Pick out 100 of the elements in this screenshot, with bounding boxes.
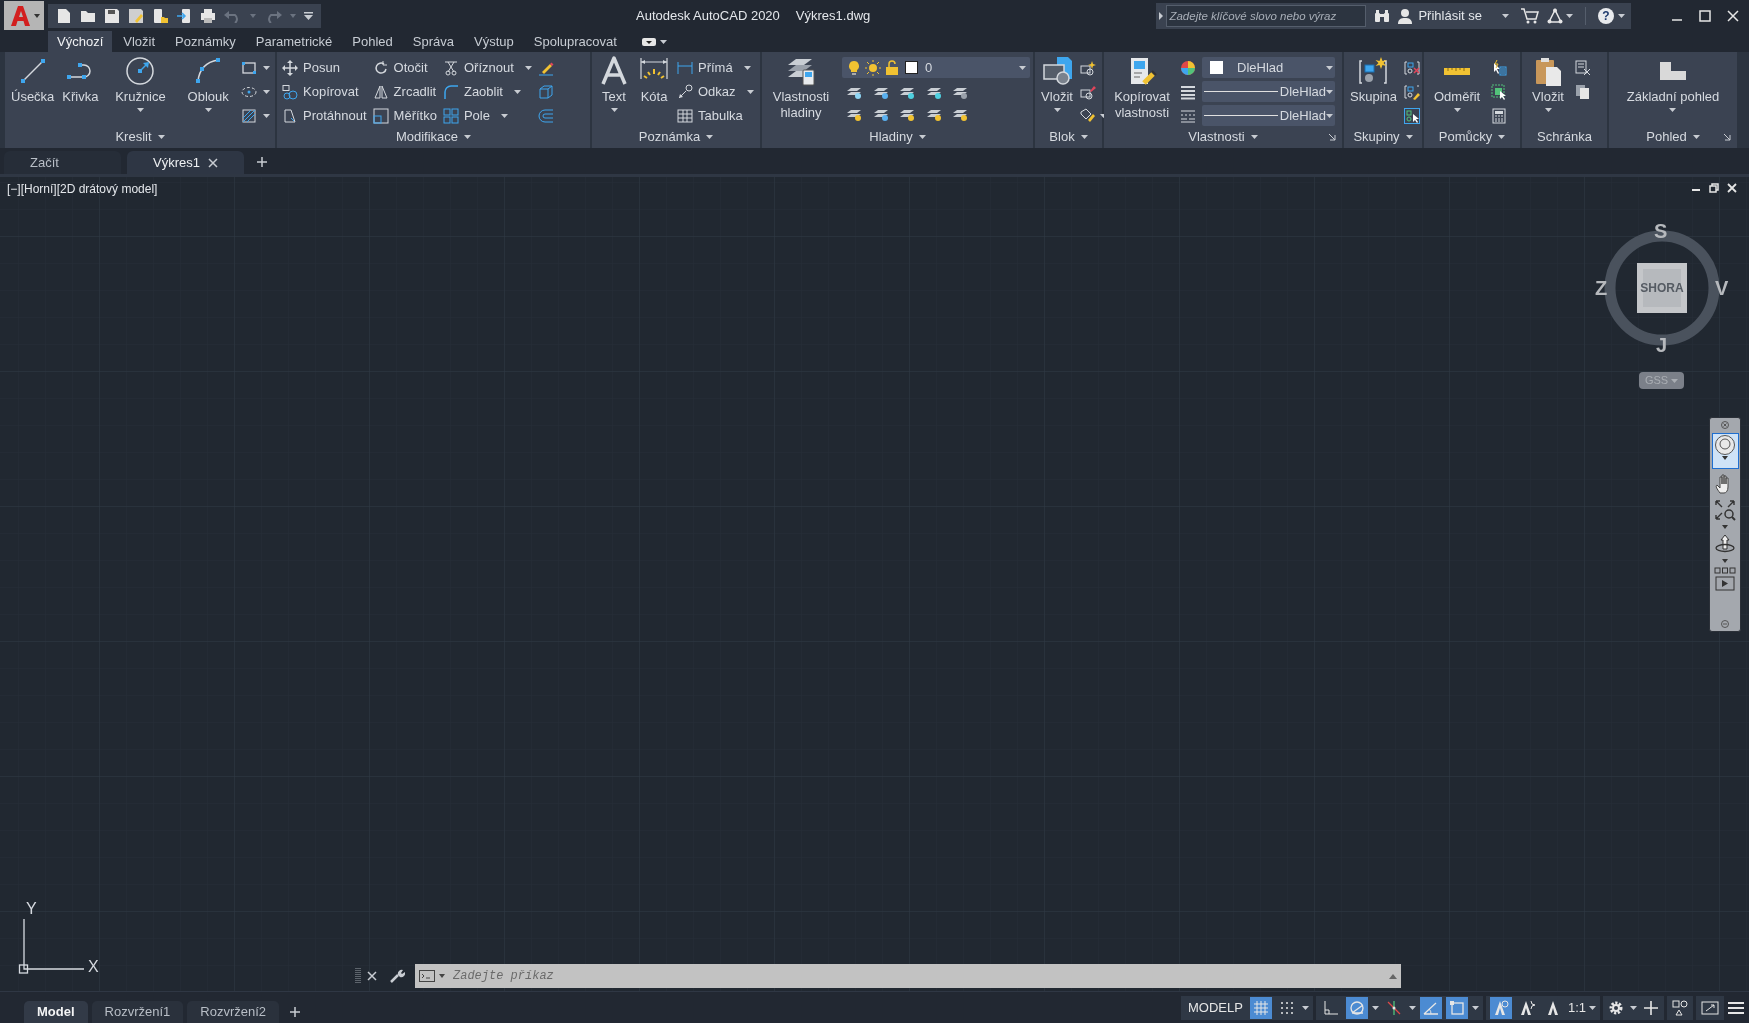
block-pencil-icon[interactable]: [1080, 83, 1096, 100]
ribbon-large-button[interactable]: Úsečka: [7, 52, 59, 105]
command-line-field[interactable]: Zadejte příkaz: [415, 964, 1401, 988]
network-menu-button[interactable]: [1547, 7, 1573, 24]
ribbon-small-button[interactable]: Přímá: [677, 57, 754, 78]
ribbon-small-button[interactable]: Kopírovat: [282, 81, 367, 102]
ribbon-tab[interactable]: Správa: [403, 31, 463, 52]
caret-icon[interactable]: [1722, 525, 1728, 529]
property-dropdown[interactable]: DleHlad: [1202, 57, 1335, 78]
ribbon-large-button[interactable]: Křivka: [58, 52, 103, 105]
export-icon[interactable]: [176, 7, 192, 24]
select-similar-icon[interactable]: [1491, 83, 1508, 100]
panel-title[interactable]: Pomůcky: [1438, 127, 1506, 147]
panel-title[interactable]: Pohled: [1646, 127, 1700, 147]
ribbon-icon-button[interactable]: [241, 106, 270, 125]
group-select-icon[interactable]: [1404, 107, 1420, 124]
ribbon-small-button[interactable]: Zaoblit: [442, 81, 532, 102]
ribbon-large-button[interactable]: Vložit: [1037, 52, 1077, 112]
gear-icon[interactable]: [1608, 999, 1624, 1016]
cube-icon[interactable]: [537, 83, 554, 100]
ribbon-small-button[interactable]: Tabulka: [677, 105, 754, 126]
application-menu-button[interactable]: [4, 1, 44, 30]
file-tab[interactable]: Výkres1: [127, 151, 244, 174]
isolate-objects-icon[interactable]: [1672, 999, 1688, 1016]
property-dropdown[interactable]: DleHlad: [1202, 105, 1335, 126]
ribbon-tab[interactable]: Vložit: [114, 31, 165, 52]
workspace-menu-button[interactable]: [641, 37, 667, 47]
plus-icon[interactable]: [1643, 999, 1659, 1016]
cart-icon[interactable]: [1521, 7, 1539, 24]
lineweight-icon[interactable]: [1180, 83, 1196, 100]
collapse-icon[interactable]: [1721, 620, 1729, 628]
ribbon-tab[interactable]: Pohled: [343, 31, 402, 52]
maximize-icon[interactable]: [1699, 9, 1711, 22]
ribbon-small-button[interactable]: Měřítko: [372, 105, 437, 126]
sign-in-button[interactable]: Přihlásit se: [1398, 5, 1509, 26]
launcher-arrow-icon[interactable]: [1723, 133, 1731, 141]
block-star-icon[interactable]: [1080, 59, 1096, 76]
showmotion-icon[interactable]: [1714, 567, 1736, 591]
ribbon-large-button[interactable]: Text: [594, 52, 634, 112]
wrench-icon[interactable]: [389, 968, 405, 984]
steering-wheel-icon[interactable]: [1714, 434, 1736, 456]
annotation-visibility-icon[interactable]: [1489, 996, 1512, 1019]
offset-icon[interactable]: [537, 107, 554, 124]
linetype-icon[interactable]: [1180, 107, 1196, 124]
panel-title[interactable]: Modifikace: [395, 127, 472, 147]
orbit-icon[interactable]: [1714, 533, 1736, 555]
new-file-icon[interactable]: [56, 7, 72, 24]
layout-tab[interactable]: Rozvržení2: [187, 1001, 280, 1023]
compass-label[interactable]: S: [1654, 221, 1668, 241]
ribbon-large-button[interactable]: Kružnice: [111, 52, 170, 112]
restore-icon[interactable]: [1709, 183, 1719, 193]
tracking-angle-icon[interactable]: [1419, 996, 1442, 1019]
viewcube-face[interactable]: SHORA: [1637, 263, 1687, 313]
caret-icon[interactable]: [1722, 559, 1728, 563]
panel-title[interactable]: Hladiny: [869, 127, 926, 147]
panel-title[interactable]: Schránka: [1537, 127, 1592, 147]
ribbon-small-button[interactable]: Odkaz: [677, 81, 754, 102]
layout-tab[interactable]: Model: [24, 1001, 88, 1023]
quick-select-icon[interactable]: [1491, 59, 1508, 76]
new-tab-icon[interactable]: [256, 156, 268, 168]
property-dropdown[interactable]: DleHlad: [1202, 81, 1335, 102]
ribbon-small-button[interactable]: Oříznout: [442, 57, 532, 78]
ribbon-large-button[interactable]: Vlastnosti hladiny: [764, 52, 838, 121]
zoom-extents-icon[interactable]: [1714, 499, 1736, 521]
compass-label[interactable]: Z: [1595, 278, 1608, 298]
search-field[interactable]: Zadejte klíčové slovo nebo výraz: [1166, 4, 1367, 27]
group-edit-icon[interactable]: [1404, 83, 1420, 100]
object-snap-icon[interactable]: [1445, 996, 1468, 1019]
ribbon-tab[interactable]: Parametrické: [246, 31, 342, 52]
ribbon-large-button[interactable]: Odměřit: [1430, 52, 1485, 112]
compass-label[interactable]: J: [1656, 335, 1668, 355]
copy-clipboard-icon[interactable]: [1575, 83, 1591, 100]
compass-label[interactable]: V: [1715, 278, 1729, 298]
ribbon-tab[interactable]: Poznámky: [166, 31, 245, 52]
ribbon-small-button[interactable]: Posun: [282, 57, 367, 78]
viewport-label[interactable]: [−][Horní][2D drátový model]: [7, 180, 158, 198]
panel-title[interactable]: Skupiny: [1353, 127, 1413, 147]
ribbon-large-button[interactable]: Oblouk: [183, 52, 233, 112]
save-icon[interactable]: [104, 7, 120, 24]
customize-menu-icon[interactable]: [304, 11, 313, 20]
ribbon-tab[interactable]: Spolupracovat: [524, 31, 626, 52]
cut-icon[interactable]: [1575, 59, 1591, 76]
ribbon-small-button[interactable]: Zrcadlit: [372, 81, 437, 102]
ribbon-large-button[interactable]: Skupina: [1346, 52, 1401, 105]
ribbon-large-button[interactable]: Vložit: [1528, 52, 1568, 112]
layer-dropdown[interactable]: 0: [842, 57, 1030, 78]
launcher-arrow-icon[interactable]: [1328, 133, 1336, 141]
grip-icon[interactable]: [355, 967, 361, 985]
polar-icon[interactable]: [1345, 996, 1368, 1019]
layout-tab[interactable]: Rozvržení1: [91, 1001, 184, 1023]
ribbon-small-button[interactable]: Protáhnout: [282, 105, 367, 126]
ribbon-large-button[interactable]: Kóta: [634, 52, 674, 105]
ribbon-tab[interactable]: Výchozí: [48, 31, 113, 52]
ribbon-tab[interactable]: Výstup: [465, 31, 523, 52]
binoculars-icon[interactable]: [1374, 7, 1391, 24]
save-as-icon[interactable]: [128, 7, 144, 24]
fullscreen-icon[interactable]: [1701, 999, 1719, 1016]
calculator-icon[interactable]: [1491, 107, 1508, 124]
printer-icon[interactable]: [200, 7, 216, 24]
command-input[interactable]: Zadejte příkaz: [453, 967, 1385, 985]
